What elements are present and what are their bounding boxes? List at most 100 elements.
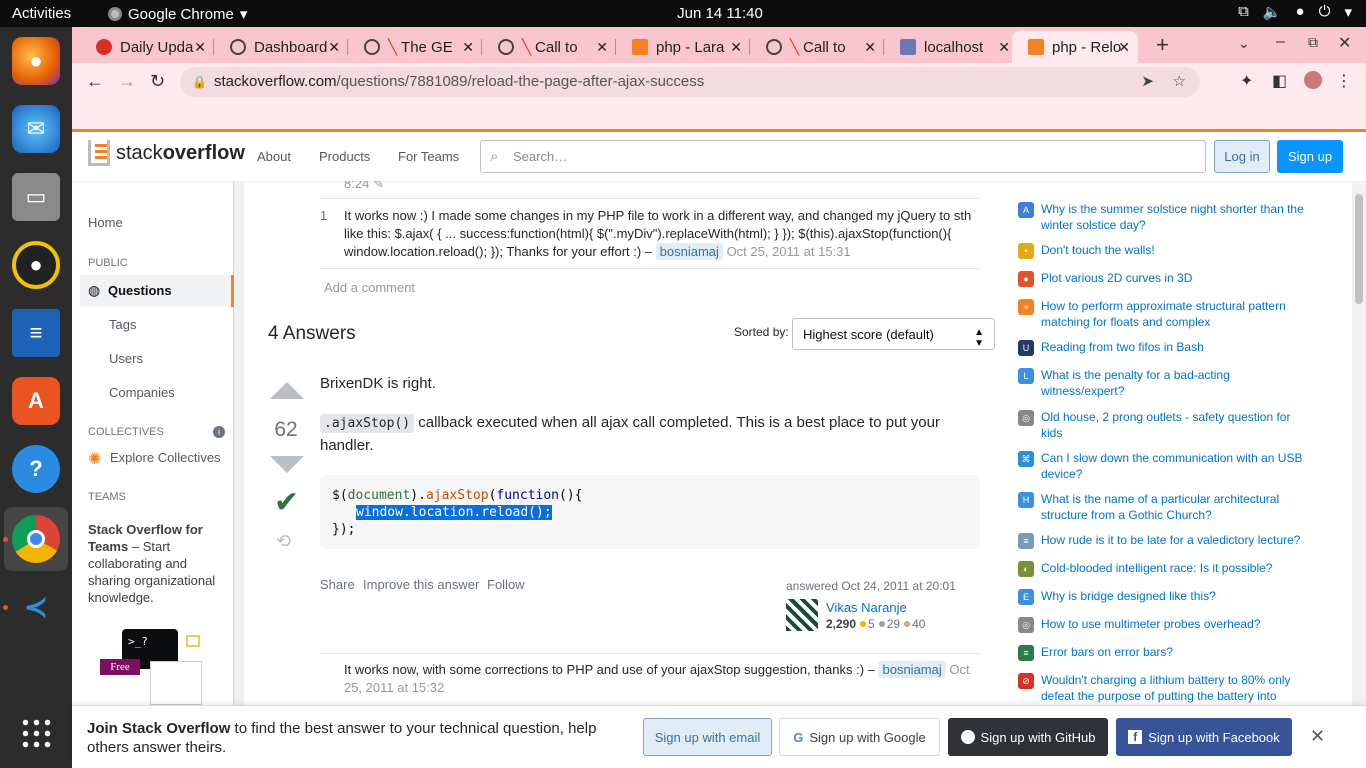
close-window-icon[interactable]: ✕ xyxy=(1338,33,1351,53)
maximize-icon[interactable]: ⧉ xyxy=(1308,34,1318,51)
close-icon[interactable]: ✕ xyxy=(864,39,876,56)
browser-tab[interactable]: Dashboard ✕ xyxy=(214,31,348,63)
back-icon[interactable]: ← xyxy=(86,71,104,92)
star-icon[interactable]: ☆ xyxy=(1173,67,1186,97)
system-tray[interactable]: ⧉ 🔈 ● ⏻ ▾ xyxy=(1238,3,1352,21)
scrollbar-thumb[interactable] xyxy=(1355,194,1363,304)
hot-question[interactable]: A Why is the summer solstice night shorte… xyxy=(1018,201,1308,233)
extensions-icon[interactable]: ✦ xyxy=(1240,71,1253,91)
share-link[interactable]: Share xyxy=(320,577,355,592)
thunderbird-icon[interactable]: ✉ xyxy=(12,105,60,153)
nav-users[interactable]: Users xyxy=(109,351,143,366)
browser-tab[interactable]: ╲ The GE ✕ xyxy=(348,31,482,63)
page-scrollbar[interactable] xyxy=(1352,181,1366,705)
signup-github-button[interactable]: Sign up with GitHub xyxy=(948,718,1108,756)
follow-link[interactable]: Follow xyxy=(487,577,525,592)
show-apps-icon[interactable] xyxy=(20,717,52,749)
software-icon[interactable]: A xyxy=(12,377,60,425)
site-icon: ≈ xyxy=(1018,299,1034,315)
info-icon[interactable]: i xyxy=(213,426,225,438)
updown-icon: ▲ ▼ xyxy=(974,327,984,349)
improve-answer-link[interactable]: Improve this answer xyxy=(363,577,479,592)
hot-question[interactable]: ≡ How rude is it to be late for a valedic… xyxy=(1018,532,1308,549)
login-button[interactable]: Log in xyxy=(1214,140,1270,173)
gold-badge-icon xyxy=(860,621,867,627)
browser-tab[interactable]: localhost ✕ xyxy=(884,31,1018,63)
reload-icon[interactable]: ↻ xyxy=(150,71,165,92)
close-icon[interactable]: ✕ xyxy=(462,39,474,56)
nav-home[interactable]: Home xyxy=(88,215,123,230)
hot-question[interactable]: ⌘ Can I slow down the communication with … xyxy=(1018,450,1308,482)
hot-question[interactable]: ⊘ Wouldn't charging a lithium battery to … xyxy=(1018,672,1308,704)
sidebar-scrollbar[interactable] xyxy=(234,181,244,705)
files-icon[interactable]: ▭ xyxy=(12,173,60,221)
so-logo[interactable]: stackoverflow xyxy=(88,140,245,166)
browser-tab[interactable]: ╲ Call to ✕ xyxy=(750,31,884,63)
nav-for-teams[interactable]: For Teams xyxy=(398,149,459,164)
downvote-button[interactable] xyxy=(270,456,304,473)
forward-icon[interactable]: → xyxy=(118,71,136,92)
hot-question[interactable]: ◎ Old house, 2 prong outlets - safety que… xyxy=(1018,409,1308,441)
sort-select[interactable]: Highest score (default) ▲ ▼ xyxy=(792,318,995,350)
close-icon[interactable]: ✕ xyxy=(998,39,1010,56)
upvote-button[interactable] xyxy=(270,382,304,399)
sidepanel-icon[interactable]: ◧ xyxy=(1272,71,1287,91)
hot-question[interactable]: ≈ How to perform approximate structural p… xyxy=(1018,298,1308,330)
browser-tab[interactable]: ╲ Call to ✕ xyxy=(482,31,616,63)
hot-question[interactable]: U Reading from two fifos in Bash xyxy=(1018,339,1308,356)
code-block[interactable]: $(document).ajaxStop(function(){ window.… xyxy=(320,475,980,549)
menu-icon[interactable]: ⋮ xyxy=(1336,71,1352,91)
code-selection: window.location.reload(); xyxy=(356,505,552,520)
history-icon[interactable]: ⟲ xyxy=(276,531,291,552)
hot-question[interactable]: H What is the name of a particular archit… xyxy=(1018,491,1308,523)
close-icon[interactable]: ✕ xyxy=(194,39,206,56)
close-icon[interactable]: ✕ xyxy=(1310,726,1325,747)
hot-question[interactable]: • Don't touch the walls! xyxy=(1018,242,1308,259)
chevron-down-icon: ▾ xyxy=(1344,4,1352,21)
new-tab-icon[interactable]: + xyxy=(1156,32,1169,58)
clock[interactable]: Jun 14 11:40 xyxy=(0,5,1366,22)
tab-search-icon[interactable]: ⌄ xyxy=(1238,35,1250,52)
hot-question[interactable]: ≡ Error bars on error bars? xyxy=(1018,644,1308,661)
add-comment-link[interactable]: Add a comment xyxy=(324,280,415,295)
hot-question[interactable]: ◐ Cold-blooded intelligent race: Is it po… xyxy=(1018,560,1308,577)
browser-tab-active[interactable]: php - Relo ✕ xyxy=(1012,31,1138,63)
minimize-icon[interactable]: – xyxy=(1276,33,1285,51)
browser-tab[interactable]: Daily Upda ✕ xyxy=(80,31,214,63)
hot-question[interactable]: L What is the penalty for a bad-acting wi… xyxy=(1018,367,1308,399)
comment-user[interactable]: bosniamaj xyxy=(655,243,723,260)
avatar[interactable] xyxy=(786,599,818,631)
signup-button[interactable]: Sign up xyxy=(1277,140,1343,173)
comment-user[interactable]: bosniamaj xyxy=(878,661,946,678)
nav-products[interactable]: Products xyxy=(319,149,370,164)
browser-tab[interactable]: php - Lara ✕ xyxy=(616,31,750,63)
nav-tags[interactable]: Tags xyxy=(109,317,136,332)
hot-question[interactable]: ◎ How to use multimeter probes overhead? xyxy=(1018,616,1308,633)
send-icon[interactable]: ➤ xyxy=(1141,67,1154,97)
close-icon[interactable]: ✕ xyxy=(730,39,742,56)
close-icon[interactable]: ✕ xyxy=(328,39,340,56)
close-icon[interactable]: ✕ xyxy=(1118,39,1130,56)
nav-companies[interactable]: Companies xyxy=(109,385,175,400)
writer-icon[interactable]: ≡ xyxy=(12,309,60,357)
hot-question[interactable]: ● Plot various 2D curves in 3D xyxy=(1018,270,1308,287)
address-bar[interactable]: 🔒 stackoverflow.com/questions/7881089/re… xyxy=(180,67,1200,97)
rhythmbox-icon[interactable]: ● xyxy=(12,241,60,289)
author-name[interactable]: Vikas Naranje xyxy=(826,600,907,615)
nav-questions[interactable]: ◍ Questions xyxy=(80,275,234,307)
search-input[interactable]: ⌕ Search… xyxy=(480,140,1206,173)
signup-email-button[interactable]: Sign up with email xyxy=(643,718,772,756)
nav-about[interactable]: About xyxy=(257,149,291,164)
close-icon[interactable]: ✕ xyxy=(596,39,608,56)
firefox-icon[interactable]: ● xyxy=(12,37,60,85)
chrome-dock-icon[interactable] xyxy=(12,515,60,563)
signup-facebook-button[interactable]: f Sign up with Facebook xyxy=(1116,718,1292,756)
hot-question-text: How to use multimeter probes overhead? xyxy=(1041,617,1261,631)
help-icon[interactable]: ? xyxy=(12,445,60,493)
vscode-icon[interactable]: ≺ xyxy=(12,583,60,631)
hot-question[interactable]: E Why is bridge designed like this? xyxy=(1018,588,1308,605)
nav-explore-collectives[interactable]: Explore Collectives xyxy=(110,450,221,465)
profile-avatar[interactable] xyxy=(1304,71,1322,89)
signup-google-button[interactable]: G Sign up with Google xyxy=(779,718,940,756)
teams-free-badge: Free xyxy=(100,659,140,675)
